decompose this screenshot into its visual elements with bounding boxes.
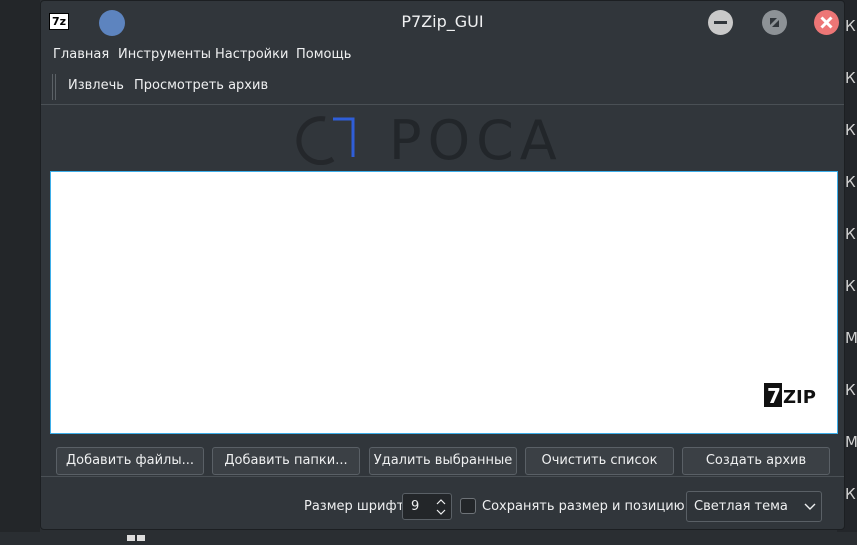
background-letter: К [845,225,856,243]
file-list-area[interactable]: 7 ZIP [50,171,838,434]
background-letter: К [845,121,856,139]
7zip-logo-number: 7 [767,384,781,408]
logo-text: POCA [389,113,563,165]
spin-arrows-icon[interactable] [435,496,447,518]
menu-bar: Главная Инструменты Настройки Помощь [41,43,844,67]
extract-button[interactable]: Извлечь [68,78,124,93]
menu-item-settings[interactable]: Настройки [215,47,288,62]
app-window: 7z P7Zip_GUI Главная Инструменты Настрой… [40,0,845,530]
view-archive-button[interactable]: Просмотреть архив [134,78,268,93]
save-position-checkbox[interactable] [460,498,476,514]
chevron-down-icon [804,503,816,510]
maximize-button[interactable] [762,10,787,35]
background-letter: К [845,69,856,87]
background-letter: К [845,173,856,191]
background-letter: К [845,17,856,35]
background-letter: К [845,277,856,295]
font-size-spinbox[interactable]: 9 [402,493,452,520]
poca-logo: POCA [296,113,563,165]
background-letter: К [845,485,856,503]
menu-item-main[interactable]: Главная [53,47,109,62]
add-files-button[interactable]: Добавить файлы... [56,447,204,475]
title-bar[interactable]: 7z P7Zip_GUI [41,1,844,43]
theme-select-value: Светлая тема [694,499,788,514]
create-archive-button[interactable]: Создать архив [682,447,830,475]
background-letter: М [845,329,857,347]
minimize-button[interactable] [708,10,733,35]
minimize-icon [714,21,727,24]
clear-list-button[interactable]: Очистить список [525,447,674,475]
7zip-logo: 7 ZIP [764,383,816,408]
add-folders-button[interactable]: Добавить папки... [212,447,360,475]
close-button[interactable] [814,10,839,35]
menu-item-help[interactable]: Помощь [296,47,351,62]
font-size-value: 9 [411,499,420,514]
close-icon [820,16,833,29]
action-buttons: Добавить файлы... Добавить папки... Удал… [41,443,844,477]
toolbar: Извлечь Просмотреть архив [41,69,844,105]
font-size-label: Размер шрифта: [304,499,417,514]
remove-selected-button[interactable]: Удалить выбранные [369,447,517,475]
7zip-logo-text: ZIP [783,387,816,408]
toolbar-handle[interactable] [52,74,56,100]
background-left-panel [0,0,40,532]
menu-item-tools[interactable]: Инструменты [118,47,211,62]
restore-icon [770,18,779,27]
status-bar: Размер шрифта: 9 Сохранять размер и пози… [41,487,844,527]
theme-select[interactable]: Светлая тема [686,491,822,522]
background-letter: М [845,433,857,451]
background-letter: К [845,381,856,399]
